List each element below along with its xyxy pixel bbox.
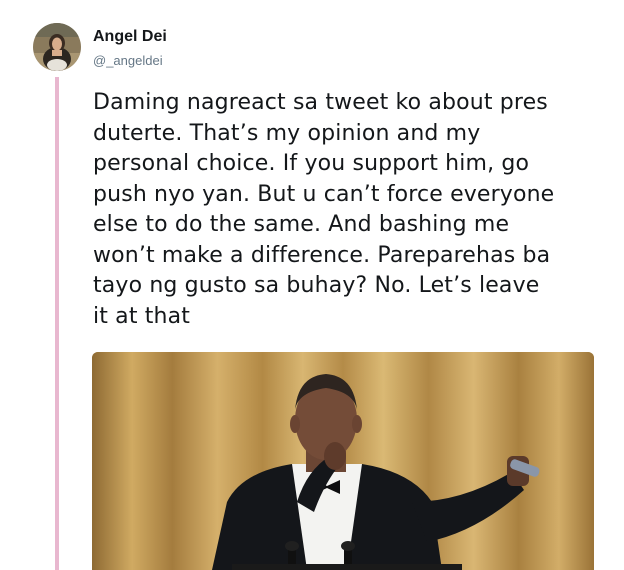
author-handle[interactable]: @_angeldei — [93, 53, 163, 68]
tweet-media-image[interactable] — [92, 352, 594, 570]
tweet-text: Daming nagreact sa tweet ko about pres d… — [93, 90, 555, 329]
user-avatar[interactable] — [33, 23, 81, 71]
tweet-card: Angel Dei @_angeldei Daming nagreact sa … — [0, 0, 624, 570]
thread-line — [55, 77, 59, 570]
author-display-name[interactable]: Angel Dei — [93, 28, 167, 46]
man-at-podium-mic-drop-icon — [92, 352, 594, 570]
avatar-photo-icon — [33, 23, 81, 71]
